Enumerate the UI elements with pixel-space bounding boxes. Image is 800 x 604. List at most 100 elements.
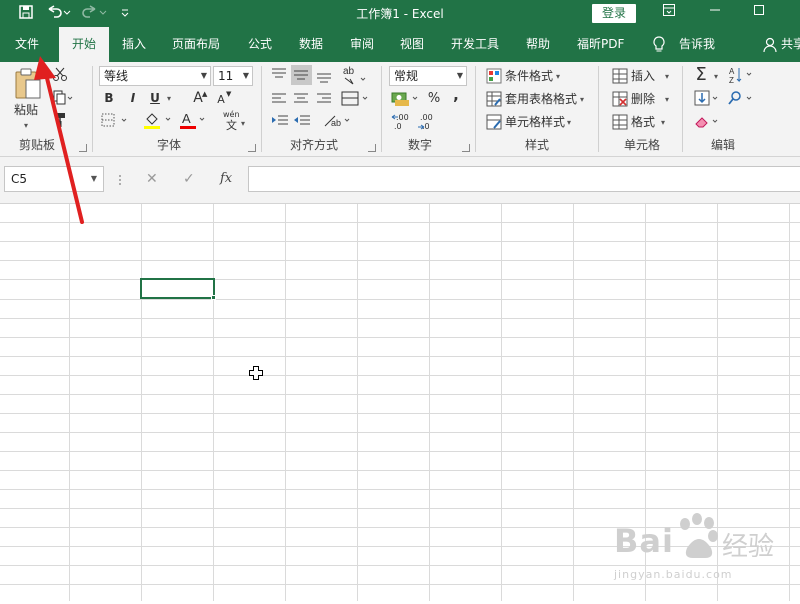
editing-group-label: 编辑 [710, 138, 735, 152]
name-box[interactable]: C5 ▼ [4, 166, 104, 192]
underline-button[interactable]: U [148, 90, 162, 106]
tab-share[interactable]: 共享 [781, 27, 800, 62]
minimize-icon[interactable] [704, 3, 726, 23]
styles-group-label: 样式 [524, 138, 549, 152]
svg-text:A: A [182, 111, 191, 126]
italic-button[interactable]: I [126, 90, 140, 106]
enter-formula-button[interactable]: ✓ [183, 170, 195, 188]
format-cells-icon [612, 114, 628, 130]
font-size-value: 11 [218, 69, 234, 83]
watermark-brand: Bai [614, 522, 674, 560]
cell-cursor-icon [248, 365, 264, 381]
alignment-launcher-icon[interactable] [368, 144, 376, 152]
format-as-table-dropdown-icon[interactable]: ▾ [580, 92, 584, 108]
chevron-down-icon: ▼ [200, 71, 207, 80]
cell-styles-button[interactable]: 单元格样式 [505, 114, 565, 130]
login-button[interactable]: 登录 [592, 4, 636, 23]
alignment-group-label: 对齐方式 [289, 138, 338, 152]
tab-insert[interactable]: 插入 [122, 27, 146, 62]
vertical-align-buttons [270, 64, 336, 86]
tab-help[interactable]: 帮助 [526, 27, 550, 62]
percent-button[interactable]: % [427, 91, 441, 107]
paste-icon[interactable] [13, 68, 43, 102]
window-title: 工作簿1 - Excel [356, 7, 444, 21]
sort-filter-icon[interactable]: AZ [728, 65, 756, 85]
number-group-label: 数字 [407, 138, 432, 152]
phonetic-dropdown-icon[interactable]: ▾ [241, 116, 245, 132]
lightbulb-icon [652, 36, 666, 54]
font-group-label: 字体 [156, 138, 181, 152]
maximize-icon[interactable] [748, 3, 770, 23]
title-bar: 工作簿1 - Excel 登录 [0, 0, 800, 27]
phonetic-guide-button[interactable]: 文 [226, 118, 237, 134]
number-format-combo[interactable]: 常规 ▼ [389, 66, 467, 86]
formula-bar-grip-icon[interactable] [118, 173, 122, 187]
delete-cells-dropdown-icon[interactable]: ▾ [665, 92, 669, 108]
chevron-down-icon: ▼ [242, 71, 249, 80]
bold-button[interactable]: B [102, 90, 116, 106]
ribbon-display-icon[interactable] [658, 3, 680, 23]
tab-tell-me[interactable]: 告诉我 [679, 27, 715, 62]
font-color-icon[interactable]: A [178, 110, 210, 130]
increase-decimal-value-label: .0 [394, 122, 402, 131]
orientation-icon[interactable]: ab [341, 64, 371, 86]
fill-handle[interactable] [211, 295, 216, 300]
clipboard-group-label: 剪贴板 [18, 138, 55, 152]
font-name-combo[interactable]: 等线 ▼ [99, 66, 211, 86]
ribbon-tab-bar: 文件 开始 插入 页面布局 公式 数据 审阅 视图 开发工具 帮助 福昕PDF … [0, 27, 800, 62]
tab-data[interactable]: 数据 [299, 27, 323, 62]
clipboard-launcher-icon[interactable] [79, 144, 87, 152]
format-as-table-button[interactable]: 套用表格格式 [505, 91, 577, 107]
tab-home[interactable]: 开始 [59, 27, 109, 62]
font-size-combo[interactable]: 11 ▼ [213, 66, 253, 86]
delete-cells-button[interactable]: 删除 [631, 91, 655, 107]
tab-review[interactable]: 审阅 [350, 27, 374, 62]
increase-decimal-label: .00 [396, 113, 409, 122]
copy-icon[interactable] [52, 90, 74, 106]
paste-button[interactable]: 粘贴 [14, 102, 38, 118]
format-cells-button[interactable]: 格式 [631, 114, 655, 130]
tab-file[interactable]: 文件 [15, 27, 39, 62]
comma-style-button[interactable]: , [450, 87, 462, 103]
underline-dropdown-icon[interactable]: ▾ [167, 91, 171, 107]
insert-function-button[interactable]: fx [220, 170, 232, 188]
insert-cells-dropdown-icon[interactable]: ▾ [665, 69, 669, 85]
accounting-format-icon[interactable] [390, 90, 420, 108]
format-painter-icon[interactable] [52, 112, 68, 128]
font-name-value: 等线 [104, 69, 129, 83]
insert-cells-button[interactable]: 插入 [631, 68, 655, 84]
formula-input[interactable] [248, 166, 800, 192]
format-cells-dropdown-icon[interactable]: ▾ [661, 115, 665, 131]
tab-foxit-pdf[interactable]: 福昕PDF [577, 27, 624, 62]
conditional-format-button[interactable]: 条件格式 [505, 68, 553, 84]
autosum-button[interactable]: Σ [692, 65, 710, 85]
cancel-formula-button[interactable]: ✕ [146, 170, 158, 188]
wrap-text-icon[interactable] [341, 90, 371, 108]
active-cell-selection[interactable] [140, 278, 215, 299]
cells-group-label: 单元格 [623, 138, 660, 152]
font-launcher-icon[interactable] [248, 144, 256, 152]
cut-icon[interactable] [52, 66, 68, 82]
fill-icon[interactable] [694, 90, 722, 108]
cell-styles-dropdown-icon[interactable]: ▾ [567, 115, 571, 131]
baidu-watermark: Bai 经验 jingyan.baidu.com [612, 510, 800, 600]
tab-formulas[interactable]: 公式 [248, 27, 272, 62]
indent-buttons[interactable] [270, 112, 316, 130]
svg-text:ab: ab [331, 118, 341, 128]
orientation-rotate-icon[interactable]: ab [323, 112, 353, 130]
paste-dropdown-icon[interactable]: ▾ [24, 118, 28, 134]
chevron-down-icon: ▼ [90, 174, 97, 183]
tab-developer[interactable]: 开发工具 [451, 27, 499, 62]
fill-color-icon[interactable] [142, 110, 176, 130]
number-launcher-icon[interactable] [462, 144, 470, 152]
horizontal-align-buttons[interactable] [270, 90, 336, 108]
user-icon [763, 37, 777, 53]
find-select-icon[interactable] [728, 90, 756, 108]
conditional-format-dropdown-icon[interactable]: ▾ [556, 69, 560, 85]
tab-page-layout[interactable]: 页面布局 [172, 27, 220, 62]
autosum-dropdown-icon[interactable]: ▾ [714, 69, 718, 85]
clear-icon[interactable] [694, 113, 722, 131]
group-separator [261, 66, 262, 152]
borders-icon[interactable] [100, 112, 130, 128]
tab-view[interactable]: 视图 [400, 27, 424, 62]
